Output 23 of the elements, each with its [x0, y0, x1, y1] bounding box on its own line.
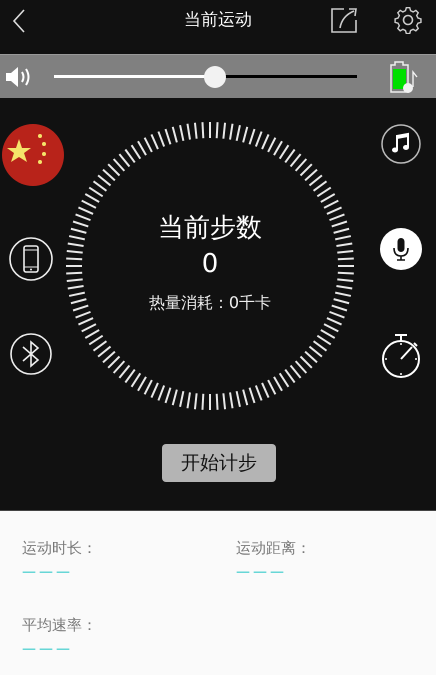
stat-value: ———: [236, 564, 288, 580]
back-icon[interactable]: [12, 9, 26, 33]
calories-text: 热量消耗：0千卡: [148, 293, 272, 314]
settings-icon[interactable]: [394, 6, 422, 34]
step-count: 0: [202, 249, 218, 279]
bluetooth-icon[interactable]: [10, 333, 52, 375]
music-icon[interactable]: [381, 124, 421, 164]
step-count-label: 当前步数: [158, 212, 262, 245]
stat-value: ———: [22, 641, 74, 657]
stat-label: 运动时长：: [22, 539, 98, 558]
microphone-icon[interactable]: [380, 228, 422, 270]
volume-slider[interactable]: [54, 66, 357, 88]
share-icon[interactable]: [330, 6, 358, 34]
stopwatch-icon[interactable]: [379, 333, 423, 379]
slider-thumb[interactable]: [204, 66, 226, 88]
battery-icon: [389, 60, 419, 94]
stat-label: 运动距离：: [236, 539, 312, 558]
stat-label: 平均速率：: [22, 616, 98, 635]
phone-icon[interactable]: [9, 237, 53, 281]
stat-value: ———: [22, 564, 74, 580]
screen-title: 当前运动: [184, 9, 252, 31]
start-counting-button[interactable]: 开始计步: [162, 444, 276, 482]
flag-icon[interactable]: [2, 124, 64, 186]
